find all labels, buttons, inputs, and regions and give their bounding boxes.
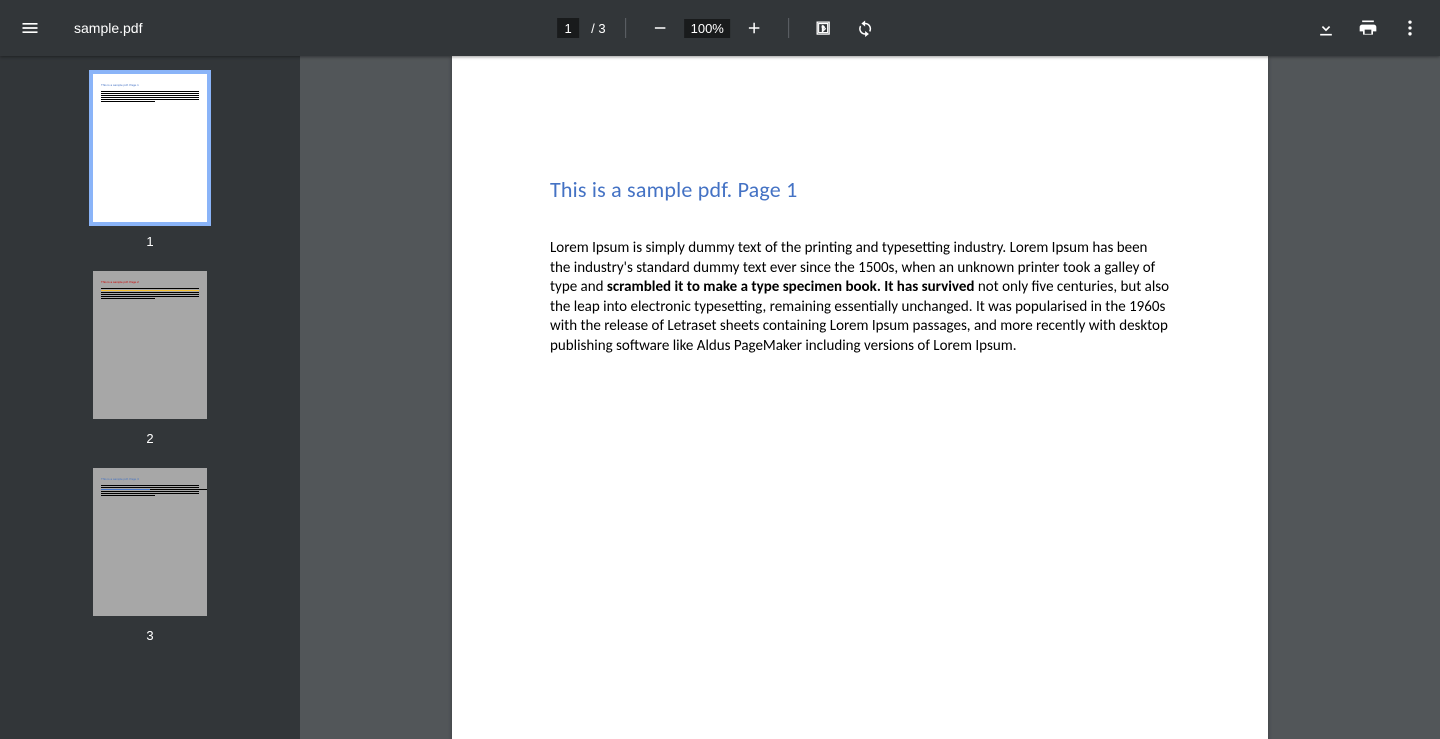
toolbar-right: [1308, 10, 1428, 46]
zoom-level[interactable]: 100%: [685, 19, 730, 38]
toolbar-center: / 3 100%: [557, 10, 883, 46]
print-icon[interactable]: [1350, 10, 1386, 46]
zoom-out-button[interactable]: [643, 10, 679, 46]
divider: [626, 18, 627, 38]
page-count: / 3: [591, 21, 605, 36]
thumbnail-number: 2: [146, 431, 153, 446]
thumbnail-number: 3: [146, 628, 153, 643]
filename: sample.pdf: [74, 20, 142, 36]
thumb-heading: This is a sample pdf. Page 3: [101, 478, 199, 482]
toolbar: sample.pdf / 3 100%: [0, 0, 1440, 56]
more-icon[interactable]: [1392, 10, 1428, 46]
thumbnail-item: This is a sample pdf. Page 3 3: [0, 468, 300, 643]
thumbnail-item: This is a sample pdf. Page 2 2: [0, 271, 300, 446]
thumbnail-page-1[interactable]: This is a sample pdf. Page 1: [93, 74, 207, 222]
page-heading: This is a sample pdf. Page 1: [550, 176, 1170, 203]
zoom-in-button[interactable]: [736, 10, 772, 46]
fit-to-page-icon[interactable]: [805, 10, 841, 46]
thumb-heading: This is a sample pdf. Page 2: [101, 281, 199, 285]
current-page-input[interactable]: [557, 18, 579, 38]
thumbnail-number: 1: [146, 234, 153, 249]
thumb-text: [101, 485, 199, 496]
body: This is a sample pdf. Page 1 1 This is a…: [0, 56, 1440, 739]
menu-icon[interactable]: [12, 10, 48, 46]
thumbnail-page-2[interactable]: This is a sample pdf. Page 2: [93, 271, 207, 419]
thumb-heading: This is a sample pdf. Page 1: [101, 84, 199, 88]
thumbnail-item: This is a sample pdf. Page 1 1: [0, 74, 300, 249]
page-body: Lorem Ipsum is simply dummy text of the …: [550, 239, 1170, 356]
body-text-bold: scrambled it to make a type specimen boo…: [607, 278, 975, 296]
thumbnail-page-3[interactable]: This is a sample pdf. Page 3: [93, 468, 207, 616]
toolbar-left: sample.pdf: [12, 10, 142, 46]
download-icon[interactable]: [1308, 10, 1344, 46]
rotate-icon[interactable]: [847, 10, 883, 46]
thumb-text: [101, 91, 199, 102]
pdf-page: This is a sample pdf. Page 1 Lorem Ipsum…: [452, 56, 1268, 739]
page-canvas[interactable]: This is a sample pdf. Page 1 Lorem Ipsum…: [300, 56, 1440, 739]
divider: [788, 18, 789, 38]
thumb-text: [101, 288, 199, 299]
thumbnail-sidebar[interactable]: This is a sample pdf. Page 1 1 This is a…: [0, 56, 300, 739]
